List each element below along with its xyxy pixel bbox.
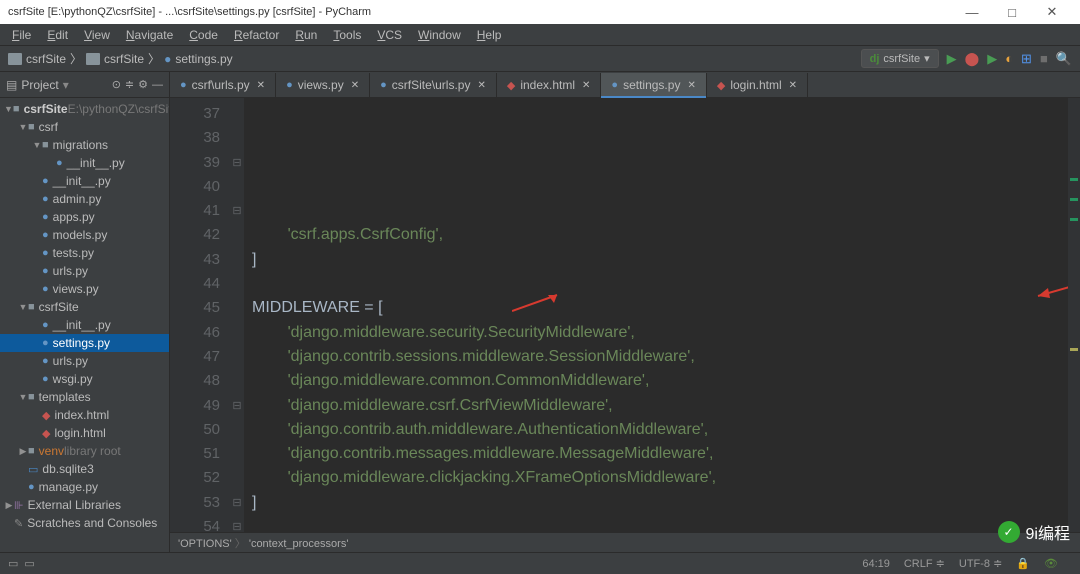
tree-item[interactable]: ●apps.py <box>0 208 169 226</box>
window-title: csrfSite [E:\pythonQZ\csrfSite] - ...\cs… <box>8 6 952 18</box>
watermark: ✓ 9i编程 <box>998 520 1070 544</box>
run-config-name: csrfSite <box>883 53 920 65</box>
menu-window[interactable]: Window <box>410 28 469 42</box>
statusbar: ▭ ▭ 64:19 CRLF ≑ UTF-8 ≑ 🔒 👁 <box>0 552 1080 574</box>
tree-item[interactable]: ●tests.py <box>0 244 169 262</box>
menubar: FileEditViewNavigateCodeRefactorRunTools… <box>0 24 1080 46</box>
coverage-button[interactable]: ▶ <box>987 51 997 67</box>
tree-item[interactable]: ▭db.sqlite3 <box>0 460 169 478</box>
tree-item[interactable]: ●settings.py <box>0 334 169 352</box>
hide-icon[interactable]: — <box>152 79 163 91</box>
menu-code[interactable]: Code <box>181 28 226 42</box>
close-tab-icon[interactable]: ✕ <box>477 80 485 91</box>
concurrency-button[interactable]: ⊞ <box>1021 51 1032 67</box>
tree-item[interactable]: ▼■csrfSite <box>0 298 169 316</box>
editor-tab[interactable]: ◆login.html✕ <box>707 73 808 97</box>
tree-item[interactable]: ▼■migrations <box>0 136 169 154</box>
menu-run[interactable]: Run <box>287 28 325 42</box>
search-button[interactable]: 🔍 <box>1056 51 1072 67</box>
crumb-root: csrfSite <box>26 52 66 66</box>
tree-item[interactable]: ▼■csrf <box>0 118 169 136</box>
tree-item[interactable]: ▶■venv library root <box>0 442 169 460</box>
watermark-text: 9i编程 <box>1026 520 1070 544</box>
close-button[interactable]: ✕ <box>1032 4 1072 20</box>
tree-item[interactable]: ▼■templates <box>0 388 169 406</box>
navbar: csrfSite 〉 csrfSite 〉 ● settings.py dj c… <box>0 46 1080 72</box>
code-breadcrumb[interactable]: 'OPTIONS' 〉 'context_processors' <box>170 532 1080 552</box>
editor-tab[interactable]: ●views.py✕ <box>276 73 370 97</box>
status-icon[interactable]: ▭ <box>8 557 18 570</box>
code-lines[interactable]: 'csrf.apps.CsrfConfig',]MIDDLEWARE = [ '… <box>244 98 1080 532</box>
editor-tabs: ●csrf\urls.py✕●views.py✕●csrfSite\urls.p… <box>170 72 1080 98</box>
wechat-icon: ✓ <box>998 521 1020 543</box>
run-button[interactable]: ▶ <box>947 51 957 67</box>
menu-vcs[interactable]: VCS <box>369 28 410 42</box>
status-icon2[interactable]: ▭ <box>24 557 34 570</box>
project-tree[interactable]: ▼■csrfSite E:\pythonQZ\csrfSit▼■csrf▼■mi… <box>0 98 169 552</box>
close-tab-icon[interactable]: ✕ <box>257 80 265 91</box>
folder-icon <box>86 53 100 65</box>
cursor-position[interactable]: 64:19 <box>862 558 890 570</box>
profile-button[interactable]: ◐ <box>1005 51 1013 66</box>
tree-item[interactable]: ●admin.py <box>0 190 169 208</box>
titlebar: csrfSite [E:\pythonQZ\csrfSite] - ...\cs… <box>0 0 1080 24</box>
tree-root[interactable]: ▼■csrfSite E:\pythonQZ\csrfSit <box>0 100 169 118</box>
close-tab-icon[interactable]: ✕ <box>687 80 695 91</box>
inspector-icon[interactable]: 👁 <box>1044 557 1058 570</box>
menu-file[interactable]: File <box>4 28 39 42</box>
project-header[interactable]: ▤ Project ▾ ⊙ ≑ ⚙ — <box>0 72 169 98</box>
project-sidebar: ▤ Project ▾ ⊙ ≑ ⚙ — ▼■csrfSite E:\python… <box>0 72 170 552</box>
folder-icon <box>8 53 22 65</box>
debug-button[interactable]: ⬤ <box>965 51 980 67</box>
minimize-button[interactable]: — <box>952 5 992 20</box>
close-tab-icon[interactable]: ✕ <box>582 80 590 91</box>
editor-area: ●csrf\urls.py✕●views.py✕●csrfSite\urls.p… <box>170 72 1080 552</box>
menu-help[interactable]: Help <box>469 28 510 42</box>
crumb-folder: csrfSite <box>104 52 144 66</box>
collapse-icon[interactable]: ⊙ <box>112 78 121 91</box>
tree-item[interactable]: ▶⊪External Libraries <box>0 496 169 514</box>
encoding[interactable]: UTF-8 ≑ <box>959 557 1002 570</box>
menu-tools[interactable]: Tools <box>325 28 369 42</box>
editor-tab[interactable]: ●csrf\urls.py✕ <box>170 73 276 97</box>
tree-item[interactable]: ●__init__.py <box>0 316 169 334</box>
python-icon: ● <box>164 52 171 66</box>
project-label: Project <box>21 78 58 92</box>
tree-item[interactable]: ●urls.py <box>0 352 169 370</box>
code-editor[interactable]: 37383940414243444546474849505152535455 ⊟… <box>170 98 1080 532</box>
menu-edit[interactable]: Edit <box>39 28 76 42</box>
line-gutter: 37383940414243444546474849505152535455 <box>170 98 230 532</box>
tree-item[interactable]: ◆login.html <box>0 424 169 442</box>
tree-item[interactable]: ●views.py <box>0 280 169 298</box>
breadcrumb[interactable]: csrfSite 〉 csrfSite 〉 ● settings.py <box>8 50 233 67</box>
menu-navigate[interactable]: Navigate <box>118 28 181 42</box>
right-gutter[interactable] <box>1068 98 1080 532</box>
editor-tab[interactable]: ●csrfSite\urls.py✕ <box>370 73 497 97</box>
fold-column[interactable]: ⊟⊟⊟⊟⊟ <box>230 98 244 532</box>
lock-icon[interactable]: 🔒 <box>1016 557 1030 570</box>
editor-tab[interactable]: ●settings.py✕ <box>601 73 706 97</box>
expand-icon[interactable]: ≑ <box>125 78 134 91</box>
editor-tab[interactable]: ◆index.html✕ <box>497 73 602 97</box>
run-config-selector[interactable]: dj csrfSite ▾ <box>861 49 939 68</box>
tree-item[interactable]: ●models.py <box>0 226 169 244</box>
tree-item[interactable]: ✎Scratches and Consoles <box>0 514 169 532</box>
crumb-file: settings.py <box>175 52 232 66</box>
tree-item[interactable]: ●manage.py <box>0 478 169 496</box>
settings-icon[interactable]: ⚙ <box>138 78 148 91</box>
tree-item[interactable]: ◆index.html <box>0 406 169 424</box>
project-icon: ▤ <box>6 78 17 92</box>
menu-refactor[interactable]: Refactor <box>226 28 287 42</box>
tree-item[interactable]: ●__init__.py <box>0 172 169 190</box>
tree-item[interactable]: ●wsgi.py <box>0 370 169 388</box>
django-icon: dj <box>870 53 880 65</box>
close-tab-icon[interactable]: ✕ <box>789 80 797 91</box>
stop-button[interactable]: ■ <box>1040 51 1048 66</box>
tree-item[interactable]: ●urls.py <box>0 262 169 280</box>
tree-item[interactable]: ●__init__.py <box>0 154 169 172</box>
close-tab-icon[interactable]: ✕ <box>351 80 359 91</box>
line-separator[interactable]: CRLF ≑ <box>904 557 945 570</box>
maximize-button[interactable]: □ <box>992 5 1032 20</box>
menu-view[interactable]: View <box>76 28 118 42</box>
